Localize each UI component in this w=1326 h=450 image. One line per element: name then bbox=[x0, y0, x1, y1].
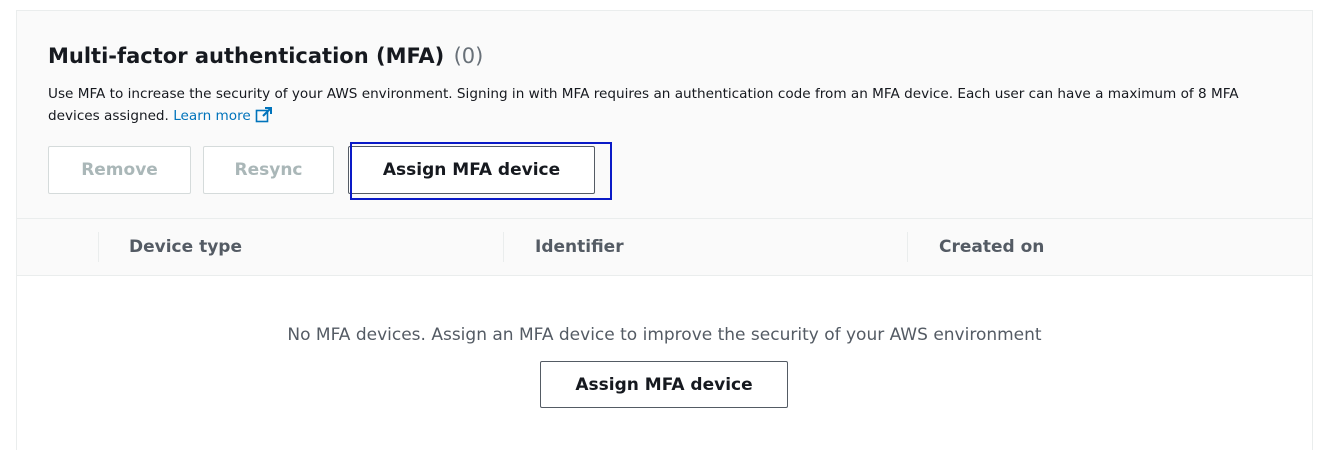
column-divider bbox=[907, 232, 908, 262]
column-divider bbox=[503, 232, 504, 262]
mfa-title: Multi-factor authentication (MFA) bbox=[48, 44, 445, 68]
column-divider bbox=[98, 232, 99, 262]
table-header: Device type Identifier Created on bbox=[17, 218, 1312, 276]
mfa-panel-header: Multi-factor authentication (MFA) (0) Us… bbox=[17, 11, 1312, 218]
remove-button[interactable]: Remove bbox=[48, 146, 191, 194]
external-link-icon bbox=[255, 107, 273, 123]
empty-assign-mfa-device-button[interactable]: Assign MFA device bbox=[540, 361, 788, 408]
learn-more-label: Learn more bbox=[173, 108, 251, 124]
column-device-type[interactable]: Device type bbox=[129, 219, 242, 275]
column-created-on[interactable]: Created on bbox=[939, 219, 1044, 275]
assign-mfa-device-button[interactable]: Assign MFA device bbox=[348, 146, 595, 194]
empty-state-message: No MFA devices. Assign an MFA device to … bbox=[287, 325, 1042, 345]
resync-button[interactable]: Resync bbox=[203, 146, 334, 194]
column-identifier[interactable]: Identifier bbox=[535, 219, 624, 275]
mfa-panel: Multi-factor authentication (MFA) (0) Us… bbox=[16, 10, 1313, 450]
learn-more-link[interactable]: Learn more bbox=[173, 107, 273, 124]
mfa-count: (0) bbox=[453, 44, 484, 68]
page-title: Multi-factor authentication (MFA) (0) bbox=[48, 44, 483, 68]
mfa-description: Use MFA to increase the security of your… bbox=[48, 83, 1278, 127]
